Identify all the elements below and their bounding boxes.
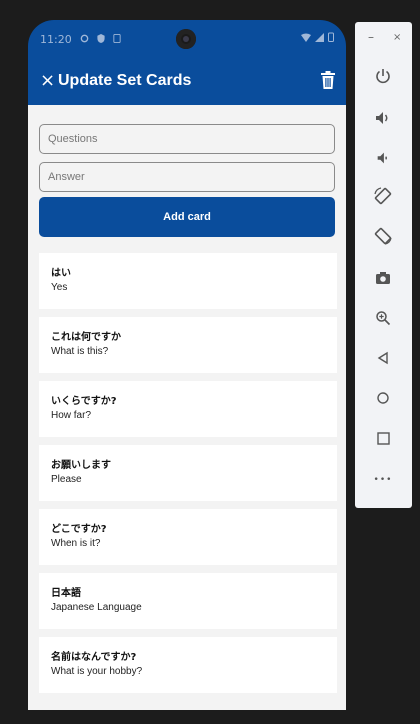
status-bar: 11:20	[28, 20, 346, 60]
overview-icon[interactable]	[369, 424, 397, 452]
battery-icon	[328, 32, 334, 45]
content-area: Add card はい Yes これは何ですか What is this? いく…	[28, 105, 346, 710]
card-question: 名前はなんですか?	[51, 652, 137, 663]
card-question: はい	[51, 268, 71, 279]
answer-field	[39, 162, 335, 192]
rotate-right-icon[interactable]	[369, 222, 397, 250]
status-time: 11:20	[40, 33, 72, 46]
page-title: Update Set Cards	[58, 72, 192, 89]
card-question: 日本語	[51, 588, 81, 599]
zoom-icon[interactable]	[369, 304, 397, 332]
delete-icon[interactable]	[320, 71, 336, 93]
emulator-toolbar: – × •••	[355, 22, 412, 508]
phone-screen: 11:20 × Update Set Cards Questions Answe…	[28, 20, 346, 710]
signal-icon	[315, 32, 324, 45]
list-item[interactable]: これは何ですか What is this?	[39, 317, 337, 373]
status-left: 11:20	[40, 33, 121, 46]
card-answer: Please	[51, 474, 82, 485]
emulator-window-controls: – ×	[355, 30, 412, 46]
card-answer: What is your hobby?	[51, 666, 143, 677]
card-answer: Yes	[51, 282, 68, 293]
status-right	[301, 32, 334, 45]
back-icon[interactable]	[369, 344, 397, 372]
card-answer: Japanese Language	[51, 602, 142, 613]
home-icon[interactable]	[369, 384, 397, 412]
sim-card-icon	[113, 33, 121, 46]
card-question: これは何ですか	[51, 332, 121, 343]
list-item[interactable]: お願いします Please	[39, 445, 337, 501]
card-answer: What is this?	[51, 346, 109, 357]
volume-down-icon[interactable]	[369, 144, 397, 172]
emulator-window: 11:20 × Update Set Cards Questions Answe…	[0, 0, 420, 724]
list-item[interactable]: どこですか? When is it?	[39, 509, 337, 565]
card-list: はい Yes これは何ですか What is this? いくらですか? How…	[39, 253, 337, 701]
play-protect-icon	[97, 33, 105, 46]
app-bar: × Update Set Cards	[28, 60, 346, 105]
rotate-left-icon[interactable]	[369, 182, 397, 210]
front-camera	[176, 29, 196, 49]
list-item[interactable]: いくらですか? How far?	[39, 381, 337, 437]
card-question: いくらですか?	[51, 396, 117, 407]
list-item[interactable]: はい Yes	[39, 253, 337, 309]
camera-icon[interactable]	[369, 264, 397, 292]
card-answer: When is it?	[51, 538, 101, 549]
emulator-close-button[interactable]: ×	[393, 32, 401, 43]
wifi-icon	[301, 32, 311, 45]
answer-input[interactable]	[40, 163, 334, 191]
minimize-button[interactable]: –	[368, 30, 374, 44]
more-icon[interactable]: •••	[369, 466, 397, 494]
add-card-button[interactable]: Add card	[39, 197, 335, 237]
power-icon[interactable]	[369, 62, 397, 90]
settings-status-icon	[80, 33, 89, 46]
list-item[interactable]: 名前はなんですか? What is your hobby?	[39, 637, 337, 693]
volume-up-icon[interactable]	[369, 104, 397, 132]
question-input[interactable]	[40, 125, 334, 153]
question-field	[39, 124, 335, 154]
card-question: どこですか?	[51, 524, 107, 535]
close-button[interactable]: ×	[40, 71, 55, 91]
card-question: お願いします	[51, 460, 111, 471]
card-answer: How far?	[51, 410, 92, 421]
list-item[interactable]: 日本語 Japanese Language	[39, 573, 337, 629]
